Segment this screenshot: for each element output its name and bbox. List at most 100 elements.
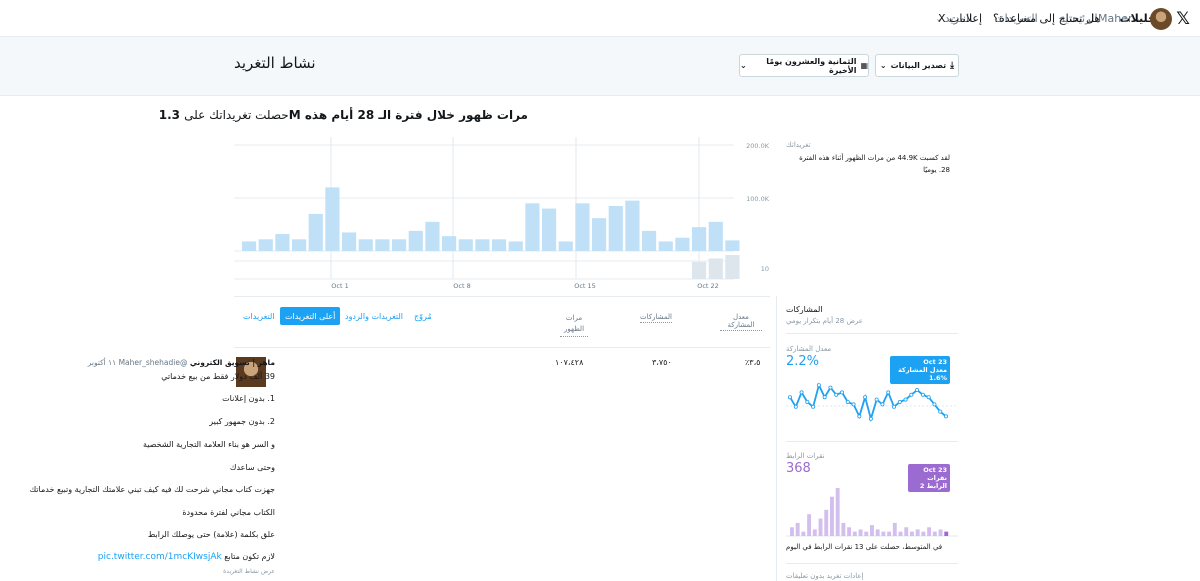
- avatar[interactable]: [1150, 8, 1172, 30]
- page-title: نشاط التغريد: [234, 54, 316, 72]
- tweet-media-link[interactable]: pic.twitter.com/1mcKIwsjAk: [98, 552, 222, 562]
- link-clicks-bar: [864, 531, 869, 536]
- tweet-meta: ماهر | تسويق الكتروني @Maher_shehadie ١١…: [88, 358, 275, 367]
- export-data-button[interactable]: ⤓ تصدير البيانات ⌄: [875, 54, 959, 77]
- tweet-date[interactable]: ١١ أكتوبر: [88, 358, 116, 367]
- tooltip-date: Oct 23: [923, 358, 947, 366]
- engagement-rate-point: [920, 392, 925, 397]
- x-tick-label: Oct 22: [697, 282, 719, 289]
- divider: [234, 347, 770, 348]
- tab-tweets[interactable]: التغريدات: [243, 307, 275, 325]
- link-clicks-bar: [847, 527, 852, 536]
- link-clicks-bar: [830, 496, 834, 536]
- user-menu[interactable]: Maher ⌄: [1098, 0, 1142, 37]
- engagement-rate-point: [840, 390, 845, 395]
- page-header: [0, 37, 1200, 96]
- retweets-label: إعادات تغريد بدون تعليقات: [786, 572, 864, 580]
- impressions-bar: [292, 239, 307, 251]
- chevron-down-icon: ⌄: [879, 61, 887, 70]
- engagement-rate-point: [851, 402, 856, 407]
- impressions-bar: [325, 187, 340, 251]
- tweet-author[interactable]: ماهر | تسويق الكتروني: [190, 358, 275, 367]
- link-clicks-bar: [921, 531, 926, 536]
- engagement-rate-point: [845, 399, 850, 404]
- nav-help[interactable]: هل تحتاج إلى مساعدة؟: [993, 0, 1100, 37]
- link-clicks-bar: [852, 531, 857, 536]
- headline-text-1: مرات ظهور خلال فترة الـ: [378, 108, 528, 122]
- engagement-rate-column-header[interactable]: معدل المشاركة: [720, 313, 762, 331]
- tab-tweets-replies[interactable]: التغريدات والردود: [345, 307, 403, 325]
- tab-top-tweets[interactable]: أعلى التغريدات: [280, 307, 341, 325]
- engagements-column-header[interactable]: المشاركات: [640, 313, 672, 323]
- sidebar-divider: [776, 296, 777, 581]
- link-clicks-footer: في المتوسط، حصلت على 13 نقرات الرابط في …: [786, 543, 943, 551]
- tooltip-date: Oct 23: [923, 466, 947, 474]
- nav-ads-label: X إعلانات: [938, 12, 982, 25]
- tweet-last-text: لازم تكون متابع: [224, 552, 275, 561]
- engagement-rate-point: [915, 387, 920, 392]
- engagement-rate-point: [897, 399, 902, 404]
- impressions-bar: [525, 203, 540, 251]
- impressions-bar: [408, 230, 423, 251]
- tweet-last-line: لازم تكون متابع pic.twitter.com/1mcKIwsj…: [98, 552, 275, 562]
- impressions-bar: [358, 239, 373, 251]
- link-clicks-bar: [915, 529, 920, 536]
- engagement-rate-point: [863, 395, 868, 400]
- x-logo-icon[interactable]: 𝕏: [1176, 9, 1190, 29]
- tweet-tabs: التغريدات أعلى التغريدات التغريدات والرد…: [240, 307, 440, 325]
- impressions-daily-text: لقد كسبت 44.9K من مرات الظهور أثناء هذه …: [799, 154, 950, 174]
- engagement-panel-subtitle: عرض 28 أيام بتكرار يومي: [786, 317, 863, 325]
- x-tick-label: Oct 1: [331, 282, 348, 289]
- impressions-bar: [275, 234, 290, 251]
- engagement-rate-point: [874, 397, 879, 402]
- link-clicks-bar: [881, 531, 886, 536]
- impressions-bar: [242, 241, 257, 251]
- engagement-rate-line-chart: [786, 382, 958, 423]
- date-range-button[interactable]: ▦ الثمانية والعشرون يومًا الأخيرة ⌄: [739, 54, 869, 77]
- engagement-rate-point: [822, 395, 827, 400]
- link-clicks-bar: [944, 531, 949, 536]
- impressions-bar: [575, 203, 590, 251]
- link-clicks-bar: [938, 529, 943, 536]
- link-clicks-bar: [790, 527, 794, 536]
- link-clicks-bar: [892, 522, 897, 536]
- engagement-rate-point: [793, 404, 798, 409]
- link-clicks-bar: [795, 522, 800, 536]
- link-clicks-label: نقرات الرابط: [786, 452, 825, 460]
- tweet-line: 2. بدون جمهور كبير: [209, 417, 275, 426]
- link-clicks-bar: [801, 531, 806, 536]
- nav-ads[interactable]: X إعلانات: [938, 0, 982, 37]
- impressions-bar: [692, 227, 707, 251]
- user-name: Maher: [1098, 12, 1133, 25]
- y-tick-label: 100.0K: [746, 195, 770, 203]
- impressions-column-header[interactable]: مرات الظهور: [560, 313, 588, 337]
- engagement-rate-point: [892, 404, 897, 409]
- engagement-rate-point: [868, 416, 873, 421]
- calendar-icon: ▦: [860, 61, 868, 70]
- tweet-line: 1. بدون إعلانات: [222, 394, 275, 403]
- impressions-bar: [425, 221, 440, 251]
- impressions-bar: [592, 218, 607, 251]
- engagement-rate-point: [926, 395, 931, 400]
- divider: [786, 441, 958, 442]
- tweet-line: علق بكلمة (علامة) حتى يوصلك الرابط: [147, 530, 275, 539]
- link-clicks-bar: [807, 514, 812, 536]
- headline-value: 1.3: [158, 108, 180, 122]
- view-tweet-activity-link[interactable]: عرض نشاط التغريدة: [223, 568, 275, 575]
- tab-promoted[interactable]: مُروّج: [414, 307, 432, 325]
- engagement-rate-point: [828, 385, 833, 390]
- link-clicks-bar: [932, 531, 937, 536]
- engagement-rate-point: [811, 404, 816, 409]
- impressions-bar: [342, 232, 357, 251]
- engagement-rate-label: معدل المشاركة: [786, 345, 832, 353]
- impressions-bar: [542, 208, 557, 251]
- engagement-rate-point: [943, 414, 948, 419]
- impressions-bar: [308, 213, 323, 251]
- headline-text-2: حصلت تغريداتك على: [184, 108, 289, 122]
- secondary-bar: [725, 255, 740, 279]
- tweet-handle[interactable]: @Maher_shehadie: [119, 358, 188, 367]
- x-tick-label: Oct 15: [574, 282, 596, 289]
- date-range-label: الثمانية والعشرون يومًا الأخيرة: [766, 56, 857, 75]
- engagement-rate-line: [789, 382, 947, 423]
- impressions-bar: [675, 237, 690, 251]
